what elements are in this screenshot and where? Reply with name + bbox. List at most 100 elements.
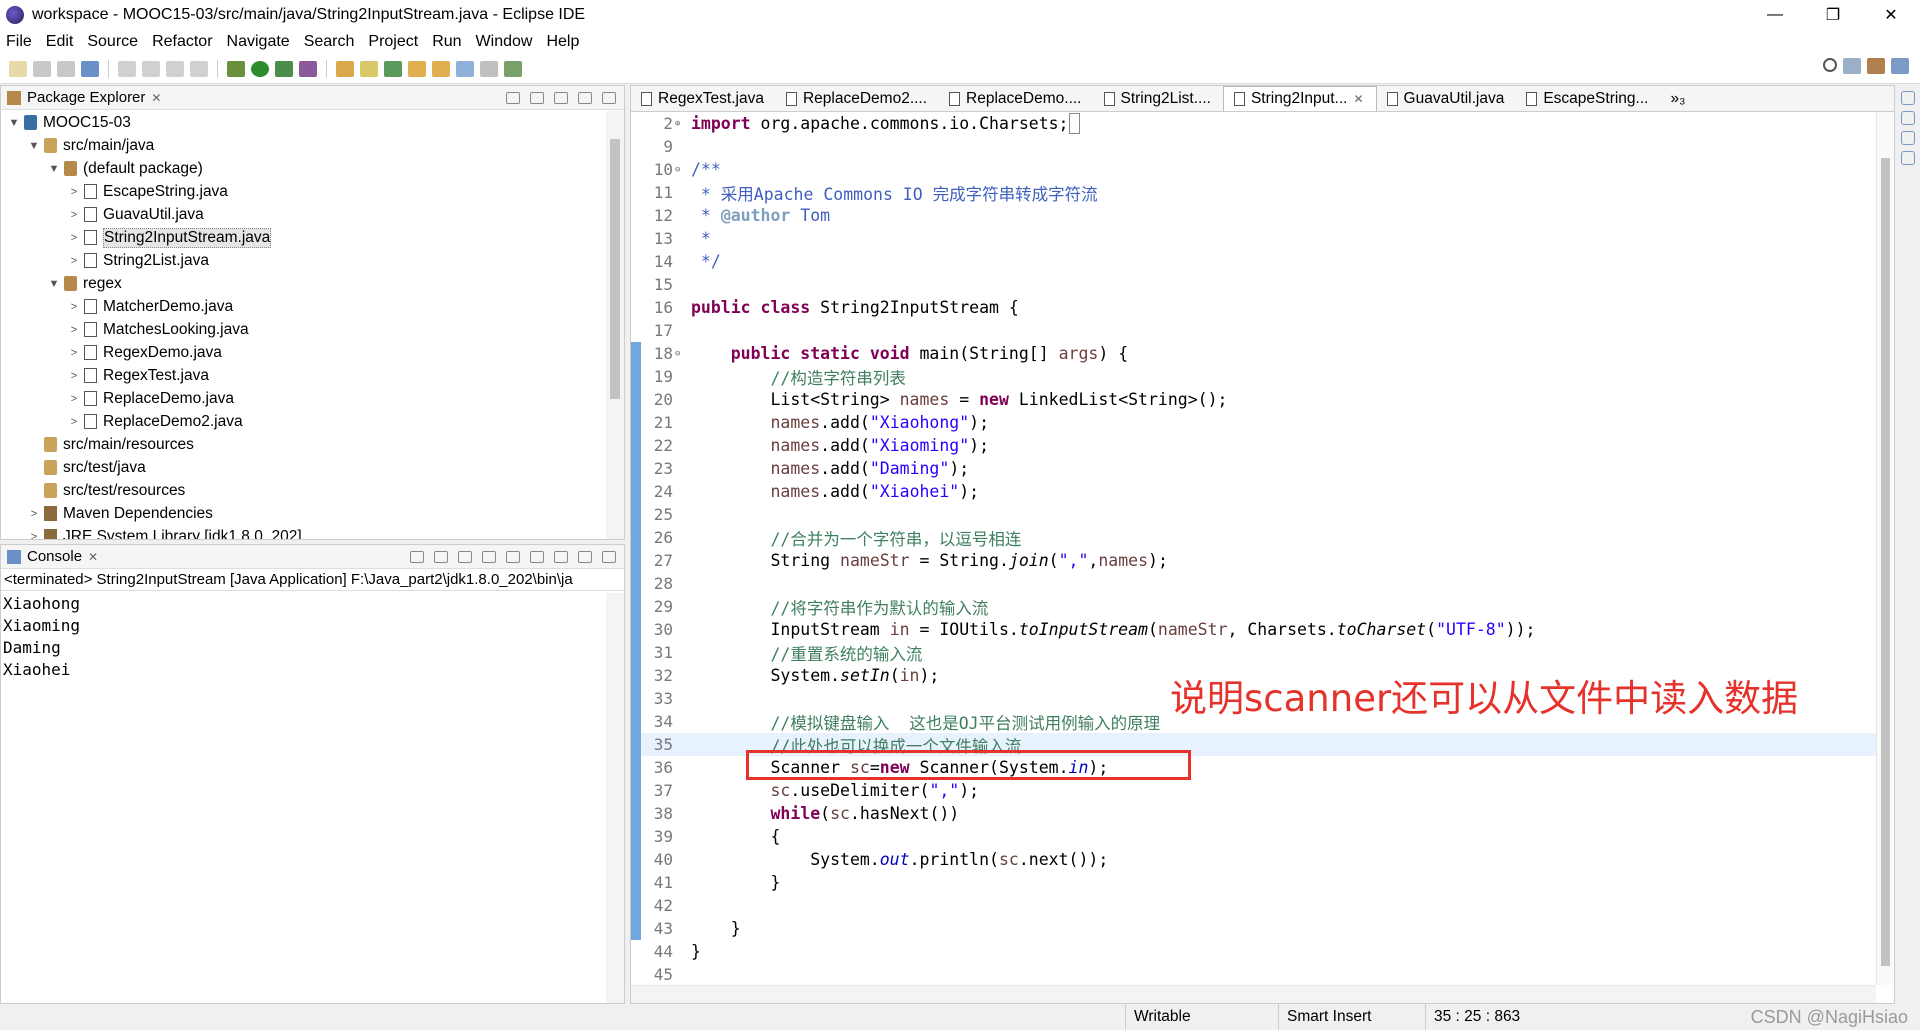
- view-menu-icon[interactable]: [554, 91, 568, 104]
- terminate-icon[interactable]: [190, 60, 208, 77]
- menu-project[interactable]: Project: [368, 33, 418, 51]
- task-list-icon[interactable]: [1901, 111, 1915, 125]
- package-explorer-scrollbar[interactable]: [606, 111, 624, 539]
- tree-item[interactable]: src/main/resources: [1, 433, 606, 456]
- forward-icon[interactable]: [480, 60, 498, 77]
- menu-window[interactable]: Window: [476, 33, 533, 51]
- scroll-lock-icon[interactable]: [482, 550, 496, 563]
- menu-search[interactable]: Search: [304, 33, 355, 51]
- pin-console-icon[interactable]: [530, 550, 544, 563]
- debug-icon[interactable]: [227, 60, 245, 77]
- package-explorer-tab[interactable]: Package Explorer ✕: [1, 86, 624, 110]
- code-line[interactable]: 12 * @author Tom: [631, 204, 1876, 227]
- external-tools-icon[interactable]: [299, 60, 317, 77]
- editor-tab[interactable]: RegexTest.java: [631, 86, 776, 111]
- javadoc-icon[interactable]: [1901, 151, 1915, 165]
- code-line[interactable]: 45: [631, 963, 1876, 985]
- link-with-editor-icon[interactable]: [530, 91, 544, 104]
- skip-breakpoints-icon[interactable]: [118, 60, 136, 77]
- code-line[interactable]: 18 ⊖ public static void main(String[] arg…: [631, 342, 1876, 365]
- expand-arrow-icon[interactable]: >: [67, 255, 81, 267]
- terminal-icon[interactable]: [81, 60, 99, 77]
- tree-item[interactable]: > ReplaceDemo2.java: [1, 410, 606, 433]
- code-line[interactable]: 19 //构造字符串列表: [631, 365, 1876, 388]
- code-line[interactable]: 42: [631, 894, 1876, 917]
- code-line[interactable]: 44}: [631, 940, 1876, 963]
- expand-arrow-icon[interactable]: >: [67, 370, 81, 382]
- close-icon[interactable]: ✕: [1353, 92, 1363, 106]
- editor-scrollbar[interactable]: [1876, 112, 1894, 985]
- code-line[interactable]: 22 names.add("Xiaoming");: [631, 434, 1876, 457]
- suspend-icon[interactable]: [166, 60, 184, 77]
- code-line[interactable]: 15: [631, 273, 1876, 296]
- coverage-icon[interactable]: [275, 60, 293, 77]
- expand-arrow-icon[interactable]: ▼: [27, 140, 41, 152]
- show-console-icon[interactable]: [506, 550, 520, 563]
- minimize-view-icon[interactable]: [578, 550, 592, 563]
- tree-item[interactable]: > ReplaceDemo.java: [1, 387, 606, 410]
- open-console-icon[interactable]: [554, 550, 568, 563]
- maximize-view-icon[interactable]: [602, 550, 616, 563]
- fold-toggle-icon[interactable]: ⊖: [675, 165, 683, 175]
- editor-tab[interactable]: String2List....: [1094, 86, 1223, 111]
- search-toolbar-icon[interactable]: [384, 60, 402, 77]
- fold-toggle-icon[interactable]: ⊖: [675, 349, 683, 359]
- expand-arrow-icon[interactable]: ▼: [47, 278, 61, 290]
- close-icon[interactable]: ✕: [151, 91, 161, 105]
- expand-arrow-icon[interactable]: >: [67, 232, 81, 244]
- code-line[interactable]: 39 {: [631, 825, 1876, 848]
- code-line[interactable]: 10 ⊖ /**: [631, 158, 1876, 181]
- code-line[interactable]: 30 InputStream in = IOUtils.toInputStrea…: [631, 618, 1876, 641]
- tree-item[interactable]: > RegexDemo.java: [1, 341, 606, 364]
- menu-refactor[interactable]: Refactor: [152, 33, 212, 51]
- tree-item[interactable]: > GuavaUtil.java: [1, 203, 606, 226]
- editor-horizontal-scrollbar[interactable]: [631, 985, 1876, 1003]
- code-line[interactable]: 28: [631, 572, 1876, 595]
- code-line[interactable]: 43 }: [631, 917, 1876, 940]
- code-line[interactable]: 27 String nameStr = String.join(",",name…: [631, 549, 1876, 572]
- minimize-button[interactable]: —: [1746, 0, 1804, 30]
- tree-item[interactable]: src/test/java: [1, 456, 606, 479]
- java-ee-perspective-icon[interactable]: [1867, 58, 1885, 74]
- code-line[interactable]: 21 names.add("Xiaohong");: [631, 411, 1876, 434]
- code-line[interactable]: 38 while(sc.hasNext()): [631, 802, 1876, 825]
- expand-arrow-icon[interactable]: >: [27, 531, 41, 540]
- code-line[interactable]: 17: [631, 319, 1876, 342]
- annotation-prev-icon[interactable]: [432, 60, 450, 77]
- menu-help[interactable]: Help: [546, 33, 579, 51]
- code-line[interactable]: 11 * 采用Apache Commons IO 完成字符串转成字符流: [631, 181, 1876, 204]
- code-line[interactable]: 2 ⊕ import org.apache.commons.io.Charsets;: [631, 112, 1876, 135]
- tree-item[interactable]: ▼ regex: [1, 272, 606, 295]
- expand-arrow-icon[interactable]: >: [67, 393, 81, 405]
- remove-all-icon[interactable]: [458, 550, 472, 563]
- editor-tab[interactable]: GuavaUtil.java: [1377, 86, 1517, 111]
- collapse-all-icon[interactable]: [506, 91, 520, 104]
- menu-edit[interactable]: Edit: [46, 33, 74, 51]
- console-tab[interactable]: Console ✕: [1, 545, 624, 569]
- open-perspective-icon[interactable]: [1843, 58, 1861, 74]
- menu-source[interactable]: Source: [87, 33, 138, 51]
- minimize-view-icon[interactable]: [578, 91, 592, 104]
- expand-arrow-icon[interactable]: >: [67, 324, 81, 336]
- close-icon[interactable]: ✕: [88, 550, 98, 564]
- expand-arrow-icon[interactable]: >: [27, 508, 41, 520]
- new-icon[interactable]: [9, 60, 27, 77]
- problems-icon[interactable]: [1901, 131, 1915, 145]
- code-line[interactable]: 14 */: [631, 250, 1876, 273]
- java-perspective-icon[interactable]: [1891, 58, 1909, 74]
- tree-item[interactable]: > String2InputStream.java: [1, 226, 606, 249]
- editor-tab[interactable]: EscapeString...: [1516, 86, 1660, 111]
- pin-editor-icon[interactable]: [504, 60, 522, 77]
- code-line[interactable]: 13 *: [631, 227, 1876, 250]
- editor-tab[interactable]: ReplaceDemo2....: [776, 86, 939, 111]
- maximize-view-icon[interactable]: [602, 91, 616, 104]
- code-line[interactable]: 16 public class String2InputStream {: [631, 296, 1876, 319]
- expand-arrow-icon[interactable]: >: [67, 209, 81, 221]
- annotation-next-icon[interactable]: [408, 60, 426, 77]
- tree-item[interactable]: > String2List.java: [1, 249, 606, 272]
- code-line[interactable]: 26 //合并为一个字符串，以逗号相连: [631, 526, 1876, 549]
- outline-icon[interactable]: [1901, 91, 1915, 105]
- code-line[interactable]: 29 //将字符串作为默认的输入流: [631, 595, 1876, 618]
- save-icon[interactable]: [33, 60, 51, 77]
- tab-overflow-button[interactable]: »₃: [1660, 86, 1697, 111]
